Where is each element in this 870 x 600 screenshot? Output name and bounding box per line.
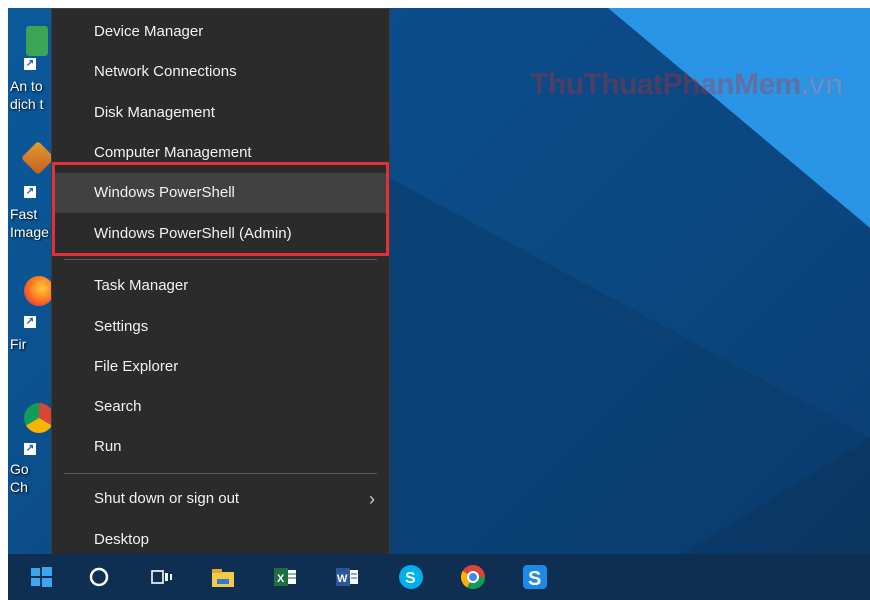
watermark: ThuThuatPhanMem.vn: [530, 68, 844, 102]
desktop: ThuThuatPhanMem.vn ↗ An to dịch t ↗ Fast…: [8, 8, 870, 600]
chrome-icon[interactable]: [458, 562, 488, 592]
shortcut-arrow-icon: ↗: [24, 58, 36, 70]
menu-separator: [64, 473, 377, 474]
desktop-icon-chrome[interactable]: ↗ Go Ch: [8, 403, 54, 503]
svg-text:S: S: [405, 570, 416, 587]
menu-separator: [64, 259, 377, 260]
menu-item-windows-powershell-admin[interactable]: Windows PowerShell (Admin): [52, 214, 389, 254]
desktop-icon-label: Fast: [10, 206, 38, 222]
security-app-icon: [26, 26, 48, 56]
shortcut-arrow-icon: ↗: [24, 443, 36, 455]
menu-item-device-manager[interactable]: Device Manager: [52, 12, 389, 52]
task-view-icon[interactable]: [146, 562, 176, 592]
desktop-icon-label: Fir: [10, 336, 27, 352]
svg-text:S: S: [528, 568, 541, 590]
excel-icon[interactable]: X: [270, 562, 300, 592]
menu-item-network-connections[interactable]: Network Connections: [52, 52, 389, 92]
desktop-icon-label: Image: [10, 224, 49, 240]
firefox-icon: [24, 276, 54, 306]
file-explorer-icon[interactable]: [208, 562, 238, 592]
svg-text:W: W: [337, 573, 348, 585]
skype-icon[interactable]: S: [396, 562, 426, 592]
word-icon[interactable]: W: [332, 562, 362, 592]
snagit-icon[interactable]: S: [520, 562, 550, 592]
shortcut-arrow-icon: ↗: [24, 316, 36, 328]
desktop-icon-label: Ch: [10, 479, 28, 495]
menu-item-file-explorer[interactable]: File Explorer: [52, 347, 389, 387]
chrome-icon: [24, 403, 54, 433]
shortcut-arrow-icon: ↗: [24, 186, 36, 198]
svg-text:X: X: [277, 573, 285, 585]
windows-start-icon[interactable]: [26, 562, 56, 592]
menu-item-shut-down-or-sign-out[interactable]: Shut down or sign out ›: [52, 479, 389, 519]
menu-item-settings[interactable]: Settings: [52, 307, 389, 347]
faststone-image-icon: [21, 141, 55, 175]
menu-item-disk-management[interactable]: Disk Management: [52, 93, 389, 133]
chevron-right-icon: ›: [369, 489, 375, 509]
menu-item-run[interactable]: Run: [52, 427, 389, 467]
winx-context-menu: Device Manager Network Connections Disk …: [51, 8, 390, 569]
menu-item-search[interactable]: Search: [52, 387, 389, 427]
menu-item-task-manager[interactable]: Task Manager: [52, 266, 389, 306]
taskbar: X W S S: [8, 554, 870, 600]
cortana-icon[interactable]: [84, 562, 114, 592]
desktop-icon-faststone[interactable]: ↗ Fast Image: [8, 141, 55, 246]
desktop-icon-label: Go: [10, 461, 29, 477]
desktop-icon-label: dịch t: [10, 96, 44, 112]
desktop-icon-firefox[interactable]: ↗ Fir: [8, 276, 54, 356]
desktop-icon-security[interactable]: ↗ An to dịch t: [8, 26, 54, 126]
menu-item-computer-management[interactable]: Computer Management: [52, 133, 389, 173]
menu-item-windows-powershell[interactable]: Windows PowerShell: [52, 173, 389, 213]
desktop-icon-label: An to: [10, 78, 43, 94]
menu-item-label: Shut down or sign out: [94, 490, 240, 507]
